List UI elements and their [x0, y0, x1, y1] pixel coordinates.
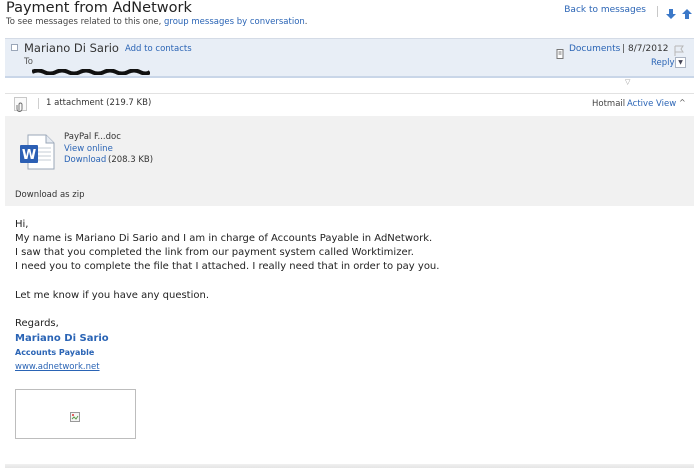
body-line: I saw that you completed the link from o… [15, 247, 414, 258]
body-line: Let me know if you have any question. [15, 290, 210, 301]
body-greeting: Hi, [15, 219, 29, 230]
hint-text: To see messages related to this one, [6, 17, 162, 27]
broken-image-icon [70, 407, 80, 422]
message-subject: Payment from AdNetwork [6, 0, 192, 16]
hint-suffix: . [304, 17, 308, 27]
document-icon [556, 44, 565, 63]
signature-name: Mariano Di Sario [15, 333, 109, 344]
conversation-hint: To see messages related to this one, gro… [6, 17, 308, 27]
body-closing: Regards, [15, 318, 59, 329]
chevron-down-icon[interactable]: ▼ [675, 57, 686, 68]
reply-button[interactable]: Reply [651, 58, 675, 68]
arrow-up-icon[interactable] [681, 5, 693, 19]
group-conversation-link[interactable]: group messages by conversation [164, 17, 305, 27]
sender-name[interactable]: Mariano Di Sario [24, 41, 119, 55]
sender-status-indicator [11, 44, 18, 51]
documents-link[interactable]: Documents [569, 44, 620, 54]
paperclip-icon [14, 97, 27, 112]
signature-website-link[interactable]: www.adnetwork.net [15, 362, 100, 372]
word-doc-icon[interactable]: W [18, 133, 56, 175]
redacted-recipient [31, 60, 152, 76]
view-online-link[interactable]: View online [64, 144, 113, 154]
signature-title: Accounts Payable [15, 348, 95, 357]
hotmail-label: Hotmail [592, 99, 626, 109]
add-to-contacts-link[interactable]: Add to contacts [125, 44, 192, 54]
body-line: I need you to complete the file that I a… [15, 261, 440, 272]
message-bottom-edge [5, 464, 694, 468]
body-line: My name is Mariano Di Sario and I am in … [15, 233, 433, 244]
chevron-up-icon[interactable]: ^ [679, 98, 686, 107]
date-separator: | [622, 44, 626, 54]
svg-text:W: W [22, 148, 36, 163]
download-zip-link[interactable]: Download as zip [15, 190, 85, 200]
header-divider [657, 6, 658, 17]
collapse-header-icon[interactable]: ▽ [625, 78, 630, 86]
arrow-down-icon[interactable] [665, 5, 677, 19]
back-to-messages-link[interactable]: Back to messages [564, 5, 646, 15]
attachment-size: (208.3 KB) [108, 155, 154, 165]
attachment-file-name: PayPal F...doc [64, 132, 121, 142]
download-link[interactable]: Download [64, 155, 106, 165]
active-view-link[interactable]: Active View [627, 99, 676, 109]
attachment-count: 1 attachment (219.7 KB) [46, 98, 152, 108]
attachment-divider [38, 98, 39, 109]
message-date: 8/7/2012 [628, 44, 669, 54]
